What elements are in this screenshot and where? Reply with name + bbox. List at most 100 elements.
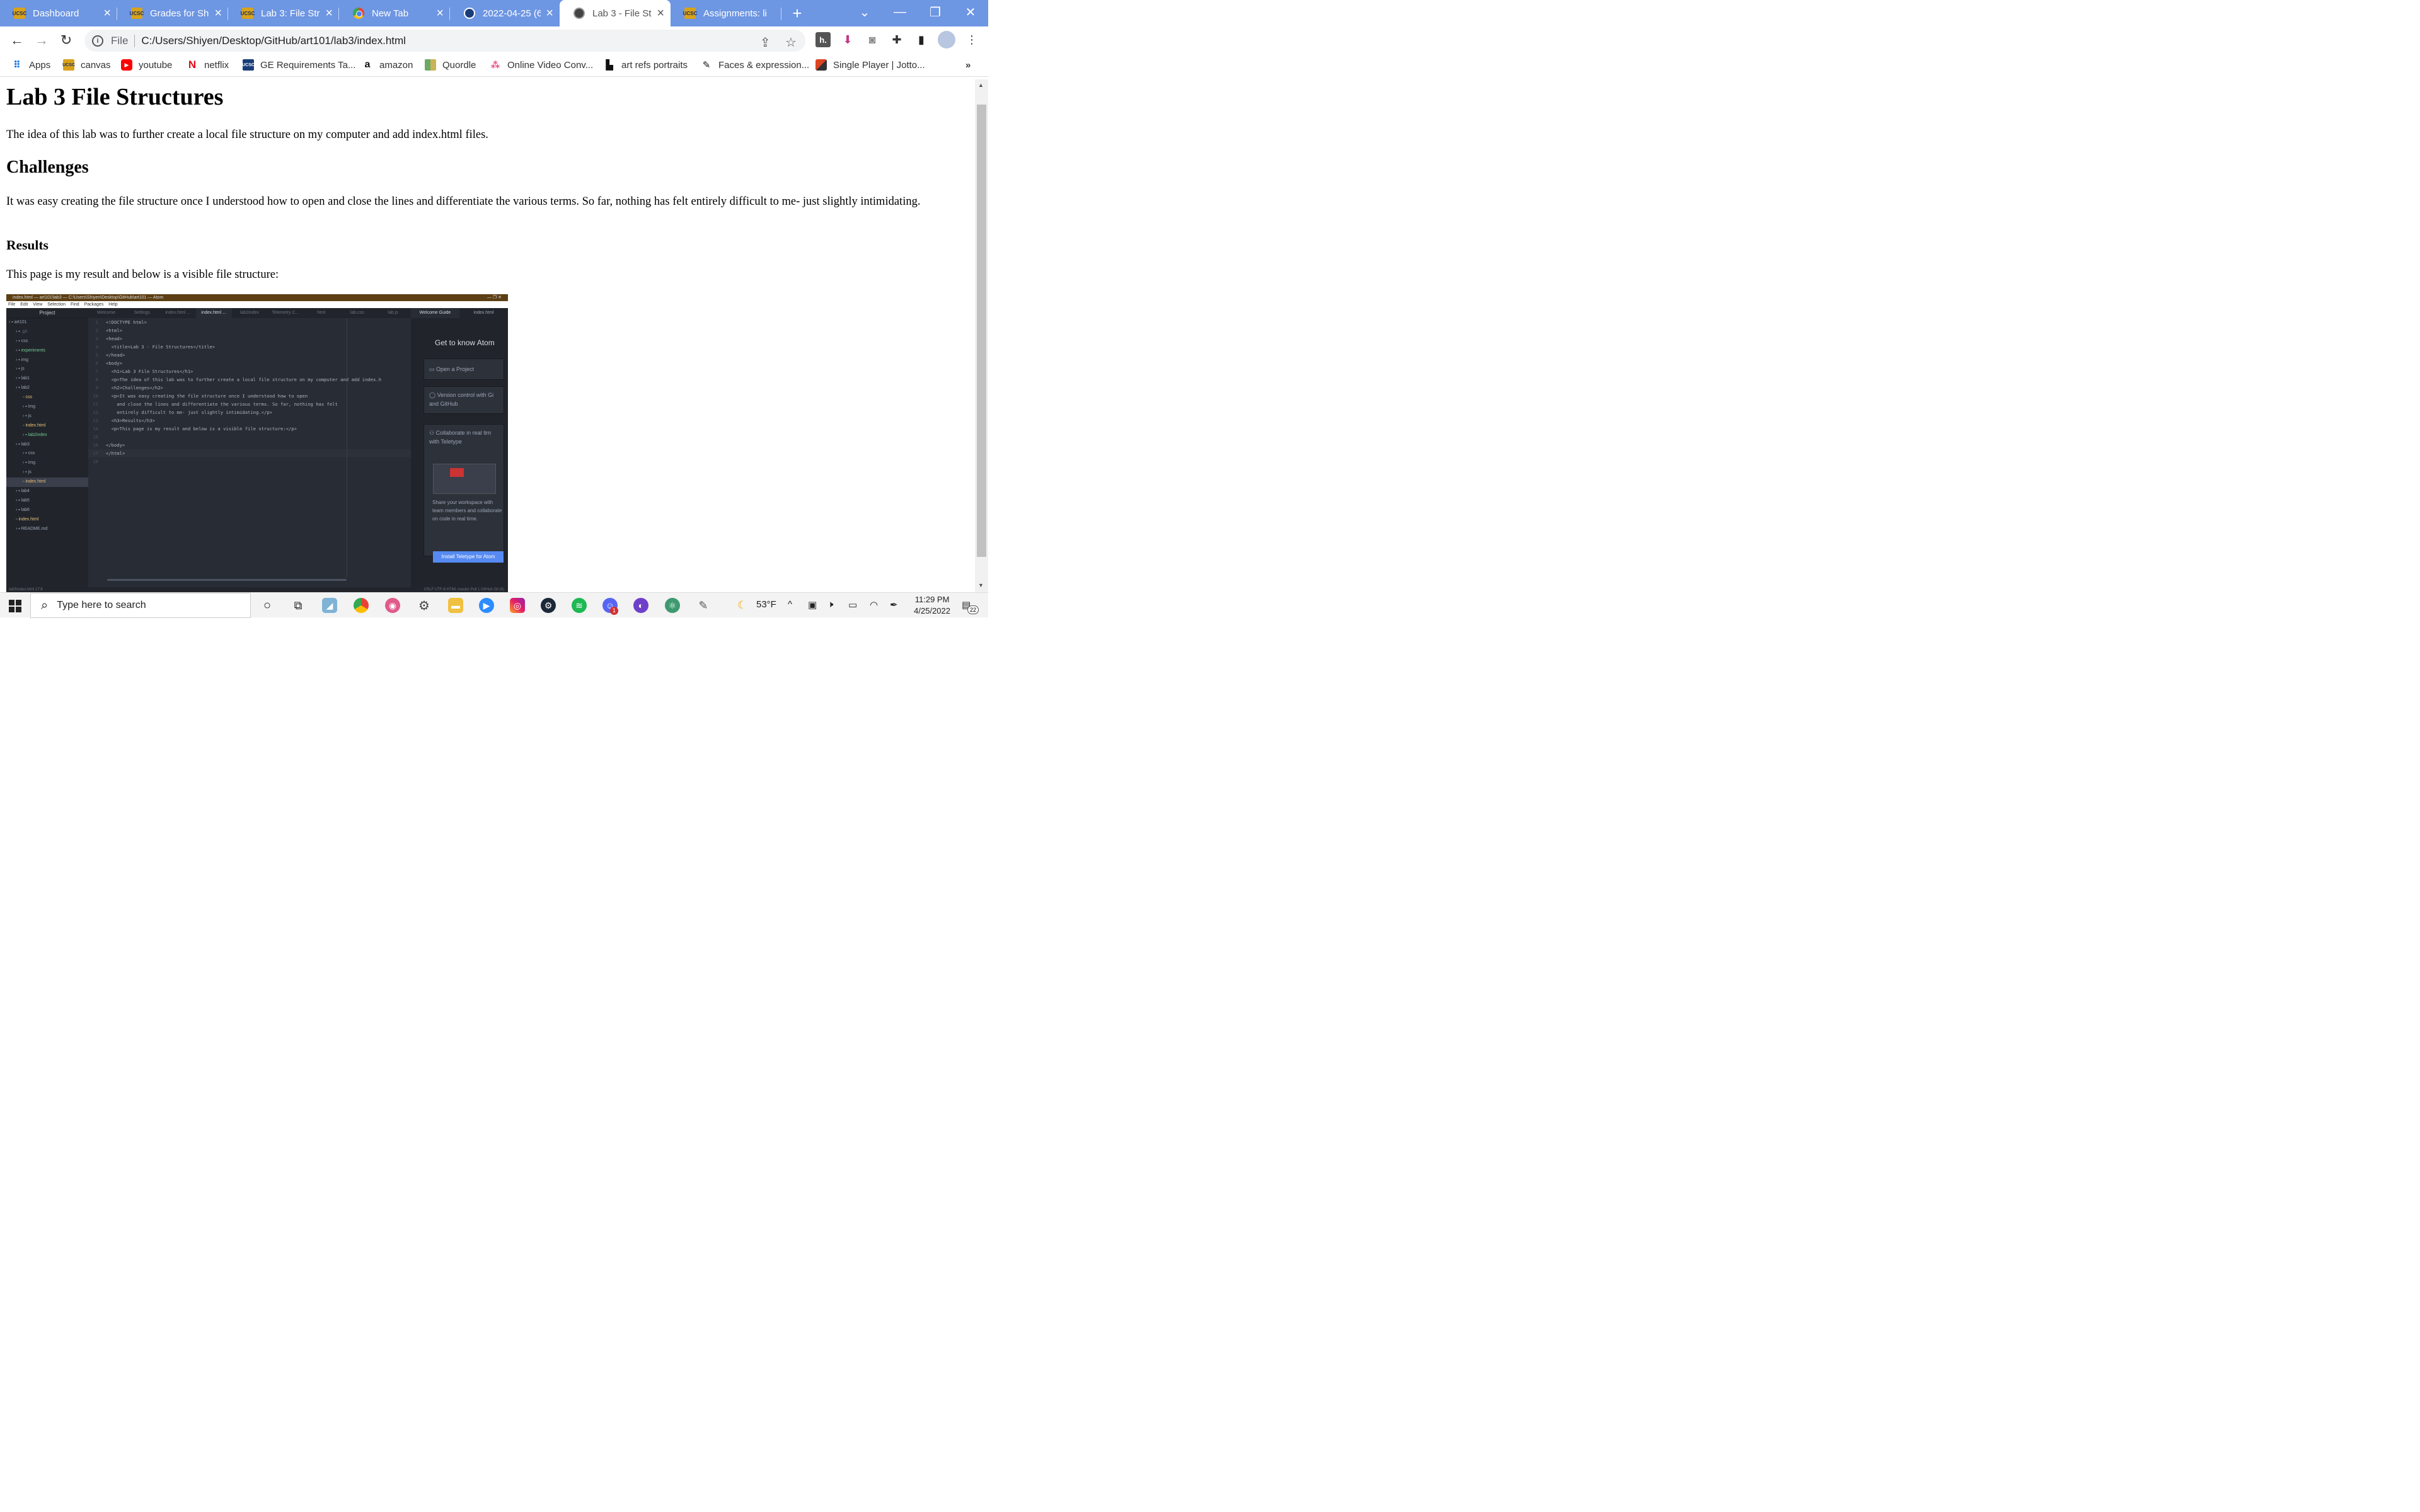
bookmark-faces[interactable]: ✎ Faces & expression... [701,58,810,72]
profile-avatar[interactable] [938,31,955,49]
tab-dashboard[interactable]: UCSC Dashboard × [0,0,117,26]
minimize-button[interactable]: — [882,0,918,24]
atom-code-line: 3 <head> [95,336,122,341]
atom-tree-item: › ▪ lab3 [16,442,30,447]
file-explorer-icon[interactable]: ▬ [448,598,463,613]
restore-button[interactable]: ❐ [918,0,953,24]
atom-code-line: 8 <p>The idea of this lab was to further… [95,377,382,382]
close-icon[interactable]: × [436,7,444,20]
back-button[interactable]: ← [8,32,26,49]
bookmark-canvas[interactable]: UCSC canvas [62,58,111,72]
apps-grid-icon: ⠿ [13,60,21,71]
new-tab-button[interactable]: + [781,0,813,26]
share-icon[interactable]: ⇪ [760,35,771,50]
tab-grades[interactable]: UCSC Grades for Shiy × [117,0,228,26]
bookmark-jotto[interactable]: Single Player | Jotto... [815,58,925,72]
close-window-button[interactable]: ✕ [953,0,988,24]
app-icon[interactable]: ◉ [385,598,400,613]
clock[interactable]: 11:29 PM 4/25/2022 [914,594,950,617]
info-icon[interactable]: i [92,35,103,47]
intro-paragraph: The idea of this lab was to further crea… [6,129,488,141]
tab-lab3-file-structures[interactable]: Lab 3 - File Stru × [560,0,671,26]
atom-tree-item: ▫ index.html [16,517,39,522]
reload-button[interactable]: ↻ [57,32,76,49]
bookmark-netflix[interactable]: Nnetflix [187,58,229,72]
chrome-icon[interactable] [354,598,369,613]
tab-2022-04-25[interactable]: 2022-04-25 (6) × [450,0,560,26]
figure-icon: ✎ [702,60,711,71]
github-desktop-icon[interactable]: ◐ [633,598,648,613]
more-bookmarks-icon[interactable]: » [965,58,971,72]
tab-assignments[interactable]: UCSC Assignments: li [671,0,781,26]
atom-icon[interactable]: ⚛ [665,598,680,613]
download-extension-icon[interactable]: ⬇ [840,32,855,47]
bookmark-quordle[interactable]: Quordle [425,58,476,72]
app-icon[interactable]: ◢ [322,598,337,613]
tab-new-tab[interactable]: New Tab × [339,0,450,26]
tab-title: Dashboard [33,8,79,19]
close-icon[interactable]: × [325,7,333,20]
tab-title: Lab 3: File Struc [261,8,320,19]
spotify-icon[interactable]: ≋ [572,598,587,613]
bookmark-youtube[interactable]: ▶ youtube [121,58,172,72]
side-panel-icon[interactable]: ▮ [914,32,929,47]
clock-date: 4/25/2022 [914,606,950,616]
ucsc-icon: UCSC [62,59,75,71]
atom-code-line: 16 </body> [93,442,125,448]
atom-tree-item: › ▪ img [16,357,28,362]
url-text[interactable]: C:/Users/Shiyen/Desktop/GitHub/art101/la… [141,35,406,47]
weather-moon-icon[interactable]: ☾ [737,599,747,612]
ucsc-icon: UCSC [13,8,26,19]
atom-status-left: lab3\index.html 17:8 [9,588,43,592]
windows-start-icon[interactable] [9,600,21,612]
steam-icon[interactable]: ⚙ [541,598,556,613]
close-icon[interactable]: × [657,7,664,20]
quordle-icon [425,59,436,71]
taskbar-search-box[interactable]: ⌕ Type here to search [30,593,251,618]
atom-editor: Welcome Settings index.html ... index.html … [88,308,411,587]
weather-temperature[interactable]: 53°F [756,599,776,610]
pen-icon[interactable]: ✒ [890,599,898,610]
task-view-icon[interactable]: ⧉ [291,598,306,613]
address-bar[interactable]: i File C:/Users/Shiyen/Desktop/GitHub/ar… [84,30,805,52]
bookmark-art-refs[interactable]: ▙ art refs portraits [604,58,688,72]
scroll-down-icon[interactable]: ▼ [978,582,984,588]
atom-tree-item: › ▪ img [23,404,35,410]
honey-extension-icon[interactable]: h. [815,32,831,47]
bookmark-video-converter[interactable]: ⁂ Online Video Conv... [490,58,593,72]
close-icon[interactable]: × [546,7,553,20]
volume-mute-icon[interactable]: 🕨 [827,599,833,610]
atom-editor-tab: lab.js [388,311,398,315]
instagram-icon[interactable]: ◎ [510,598,525,613]
atom-menu-selection: Selection [47,302,66,307]
forward-button[interactable]: → [32,32,51,49]
scroll-thumb[interactable] [977,105,986,557]
settings-gear-icon[interactable]: ⚙ [417,598,432,613]
wifi-icon[interactable]: ◠ [870,599,878,610]
bookmark-star-icon[interactable]: ☆ [785,35,797,50]
scroll-up-icon[interactable]: ▲ [978,82,984,88]
bookmark-ge-requirements[interactable]: UCSC GE Requirements Ta... [242,58,355,72]
bookmark-apps[interactable]: ⠿ Apps [11,58,50,72]
menu-kebab-icon[interactable]: ⋮ [964,32,979,47]
close-icon[interactable]: × [103,7,111,20]
extensions-puzzle-icon[interactable]: ✚ [889,32,904,47]
page-scrollbar[interactable]: ▲ ▼ [975,79,988,592]
atom-tree-item: › ▪ js [23,470,32,475]
meet-now-icon[interactable]: ▣ [808,599,817,610]
tab-search-icon[interactable]: ⌄ [847,0,882,24]
tray-chevron-up-icon[interactable]: ^ [788,599,792,610]
battery-icon[interactable]: ▭ [848,599,857,610]
atom-titlebar: index.html — art101\lab3 — C:\Users\Shiy… [6,294,508,301]
chrome-icon [353,8,364,19]
paint-icon[interactable]: ✎ [696,598,711,613]
tab-lab3-canvas[interactable]: UCSC Lab 3: File Struc × [228,0,339,26]
atom-teletype-preview-image [433,464,496,494]
tab-title: Lab 3 - File Stru [592,8,652,19]
extension-icon[interactable]: ◙ [865,32,880,47]
zoom-icon[interactable]: ▶ [479,598,494,613]
atom-menu-help: Help [108,302,118,307]
cortana-icon[interactable]: ○ [260,598,275,613]
bookmark-amazon[interactable]: a amazon [362,58,413,72]
close-icon[interactable]: × [214,7,222,20]
